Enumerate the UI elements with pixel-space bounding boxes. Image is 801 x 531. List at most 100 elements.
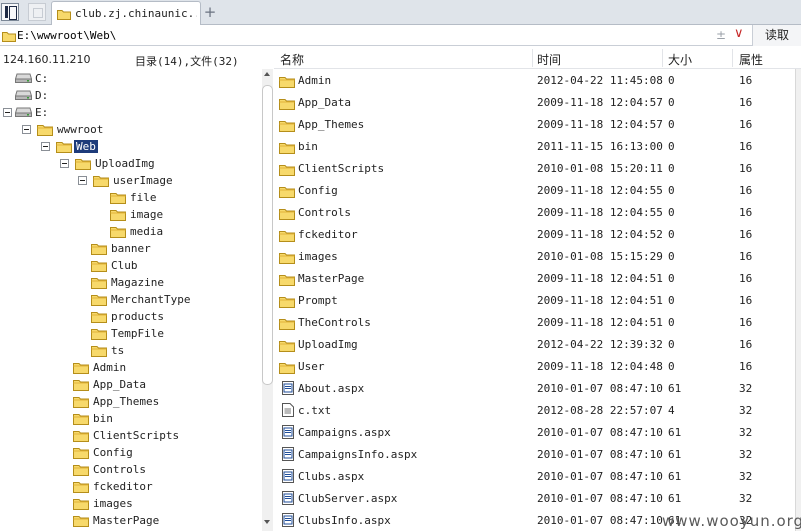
folder-icon [110, 191, 126, 207]
collapse-toggle-icon[interactable] [60, 159, 69, 168]
scroll-down-icon[interactable] [264, 520, 270, 524]
file-row[interactable]: Prompt 2009-11-18 12:04:51 0 16 [274, 289, 795, 311]
panel-toggle-button[interactable] [1, 3, 19, 21]
tree-node[interactable]: MerchantType [0, 291, 262, 308]
file-row[interactable]: ClubServer.aspx 2010-01-07 08:47:10 61 32 [274, 487, 795, 509]
file-row[interactable]: TheControls 2009-11-18 12:04:51 0 16 [274, 311, 795, 333]
file-name: Controls [298, 206, 351, 219]
file-list-header: 名称 时间 大小 属性 [274, 47, 801, 69]
list-scrollbar[interactable] [795, 69, 801, 531]
drive-icon [14, 107, 33, 117]
chevron-down-icon[interactable]: ∨ [734, 26, 744, 41]
file-time: 2012-04-22 12:39:32 [537, 338, 663, 351]
file-row[interactable]: App_Data 2009-11-18 12:04:57 0 16 [274, 91, 795, 113]
folder-icon [91, 276, 107, 292]
tree-node[interactable]: D: [0, 87, 262, 104]
tree-node-label: ts [111, 344, 125, 357]
new-tab-plus-icon[interactable]: + [203, 3, 217, 21]
file-row[interactable]: bin 2011-11-15 16:13:00 0 16 [274, 135, 795, 157]
file-row[interactable]: ClientScripts 2010-01-08 15:20:11 0 16 [274, 157, 795, 179]
tree-node[interactable]: Controls [0, 461, 262, 478]
tree-node[interactable]: Admin [0, 359, 262, 376]
header-size[interactable]: 大小 [668, 51, 692, 68]
tree-node-label: Config [93, 446, 133, 459]
folder-icon [73, 378, 89, 394]
file-row[interactable]: Clubs.aspx 2010-01-07 08:47:10 61 32 [274, 465, 795, 487]
file-row[interactable]: App_Themes 2009-11-18 12:04:57 0 16 [274, 113, 795, 135]
file-row[interactable]: UploadImg 2012-04-22 12:39:32 0 16 [274, 333, 795, 355]
file-row[interactable]: c.txt 2012-08-28 22:57:07 4 32 [274, 399, 795, 421]
file-size: 0 [668, 316, 675, 329]
file-row[interactable]: User 2009-11-18 12:04:48 0 16 [274, 355, 795, 377]
path-input[interactable] [17, 28, 717, 43]
collapse-toggle-icon[interactable] [41, 142, 50, 151]
tree-node[interactable]: App_Data [0, 376, 262, 393]
folder-icon [110, 208, 126, 224]
text-file-icon [282, 403, 294, 420]
header-time[interactable]: 时间 [537, 51, 561, 68]
file-row[interactable]: About.aspx 2010-01-07 08:47:10 61 32 [274, 377, 795, 399]
folder-icon [279, 229, 295, 245]
folder-icon [73, 429, 89, 445]
tree-node[interactable]: ClientScripts [0, 427, 262, 444]
tree-node[interactable]: UploadImg [0, 155, 262, 172]
file-row[interactable]: Controls 2009-11-18 12:04:55 0 16 [274, 201, 795, 223]
file-row[interactable]: Admin 2012-04-22 11:45:08 0 16 [274, 69, 795, 91]
tree-node[interactable]: TempFile [0, 325, 262, 342]
tree-node[interactable]: products [0, 308, 262, 325]
tree-scrollbar[interactable] [262, 69, 273, 531]
header-name[interactable]: 名称 [280, 51, 304, 68]
tree-node[interactable]: images [0, 495, 262, 512]
folder-icon [75, 157, 91, 173]
folder-icon [91, 327, 107, 343]
file-row[interactable]: MasterPage 2009-11-18 12:04:51 0 16 [274, 267, 795, 289]
file-size: 61 [668, 470, 682, 483]
file-time: 2009-11-18 12:04:51 [537, 294, 663, 307]
collapse-toggle-icon[interactable] [3, 108, 12, 117]
tree-node[interactable]: ts [0, 342, 262, 359]
collapse-toggle-icon[interactable] [22, 125, 31, 134]
file-time: 2011-11-15 16:13:00 [537, 140, 663, 153]
tree-node[interactable]: E: [0, 104, 262, 121]
tree-node[interactable]: App_Themes [0, 393, 262, 410]
file-size: 0 [668, 96, 675, 109]
drive-icon [14, 90, 33, 100]
tree-node-label: D: [35, 89, 49, 102]
tab-active[interactable]: club.zj.chinaunic... [51, 1, 201, 26]
file-size: 0 [668, 118, 675, 131]
tree-node-label: Web [74, 140, 98, 153]
blank-tab-button[interactable] [28, 3, 46, 21]
aspx-file-icon [282, 381, 294, 398]
tree-node[interactable]: media [0, 223, 262, 240]
scroll-thumb[interactable] [262, 85, 273, 385]
file-time: 2009-11-18 12:04:48 [537, 360, 663, 373]
tree-node[interactable]: fckeditor [0, 478, 262, 495]
tree-node[interactable]: MasterPage [0, 512, 262, 529]
tree-node[interactable]: bin [0, 410, 262, 427]
scroll-up-icon[interactable] [264, 72, 270, 76]
folder-icon [73, 480, 89, 496]
file-row[interactable]: fckeditor 2009-11-18 12:04:52 0 16 [274, 223, 795, 245]
collapse-toggle-icon[interactable] [78, 176, 87, 185]
read-button[interactable]: 读取 [752, 25, 801, 46]
file-time: 2010-01-07 08:47:10 [537, 492, 663, 505]
tree-node[interactable]: banner [0, 240, 262, 257]
file-row[interactable]: CampaignsInfo.aspx 2010-01-07 08:47:10 61 3… [274, 443, 795, 465]
tree-node[interactable]: C: [0, 70, 262, 87]
header-attr[interactable]: 属性 [739, 51, 763, 68]
tree-node[interactable]: image [0, 206, 262, 223]
tree-node[interactable]: Club [0, 257, 262, 274]
directory-tree: C: D: E: wwwroot Web UploadImg userImage file im… [0, 69, 262, 531]
tree-node[interactable]: Magazine [0, 274, 262, 291]
folder-icon [279, 75, 295, 91]
tree-node[interactable]: Web [0, 138, 262, 155]
file-row[interactable]: Campaigns.aspx 2010-01-07 08:47:10 61 32 [274, 421, 795, 443]
add-bookmark-icon[interactable]: ± [716, 28, 726, 42]
file-row[interactable]: Config 2009-11-18 12:04:55 0 16 [274, 179, 795, 201]
file-row[interactable]: images 2010-01-08 15:15:29 0 16 [274, 245, 795, 267]
tree-node[interactable]: file [0, 189, 262, 206]
tree-node[interactable]: userImage [0, 172, 262, 189]
tree-node[interactable]: Config [0, 444, 262, 461]
folder-icon [279, 163, 295, 179]
tree-node[interactable]: wwwroot [0, 121, 262, 138]
